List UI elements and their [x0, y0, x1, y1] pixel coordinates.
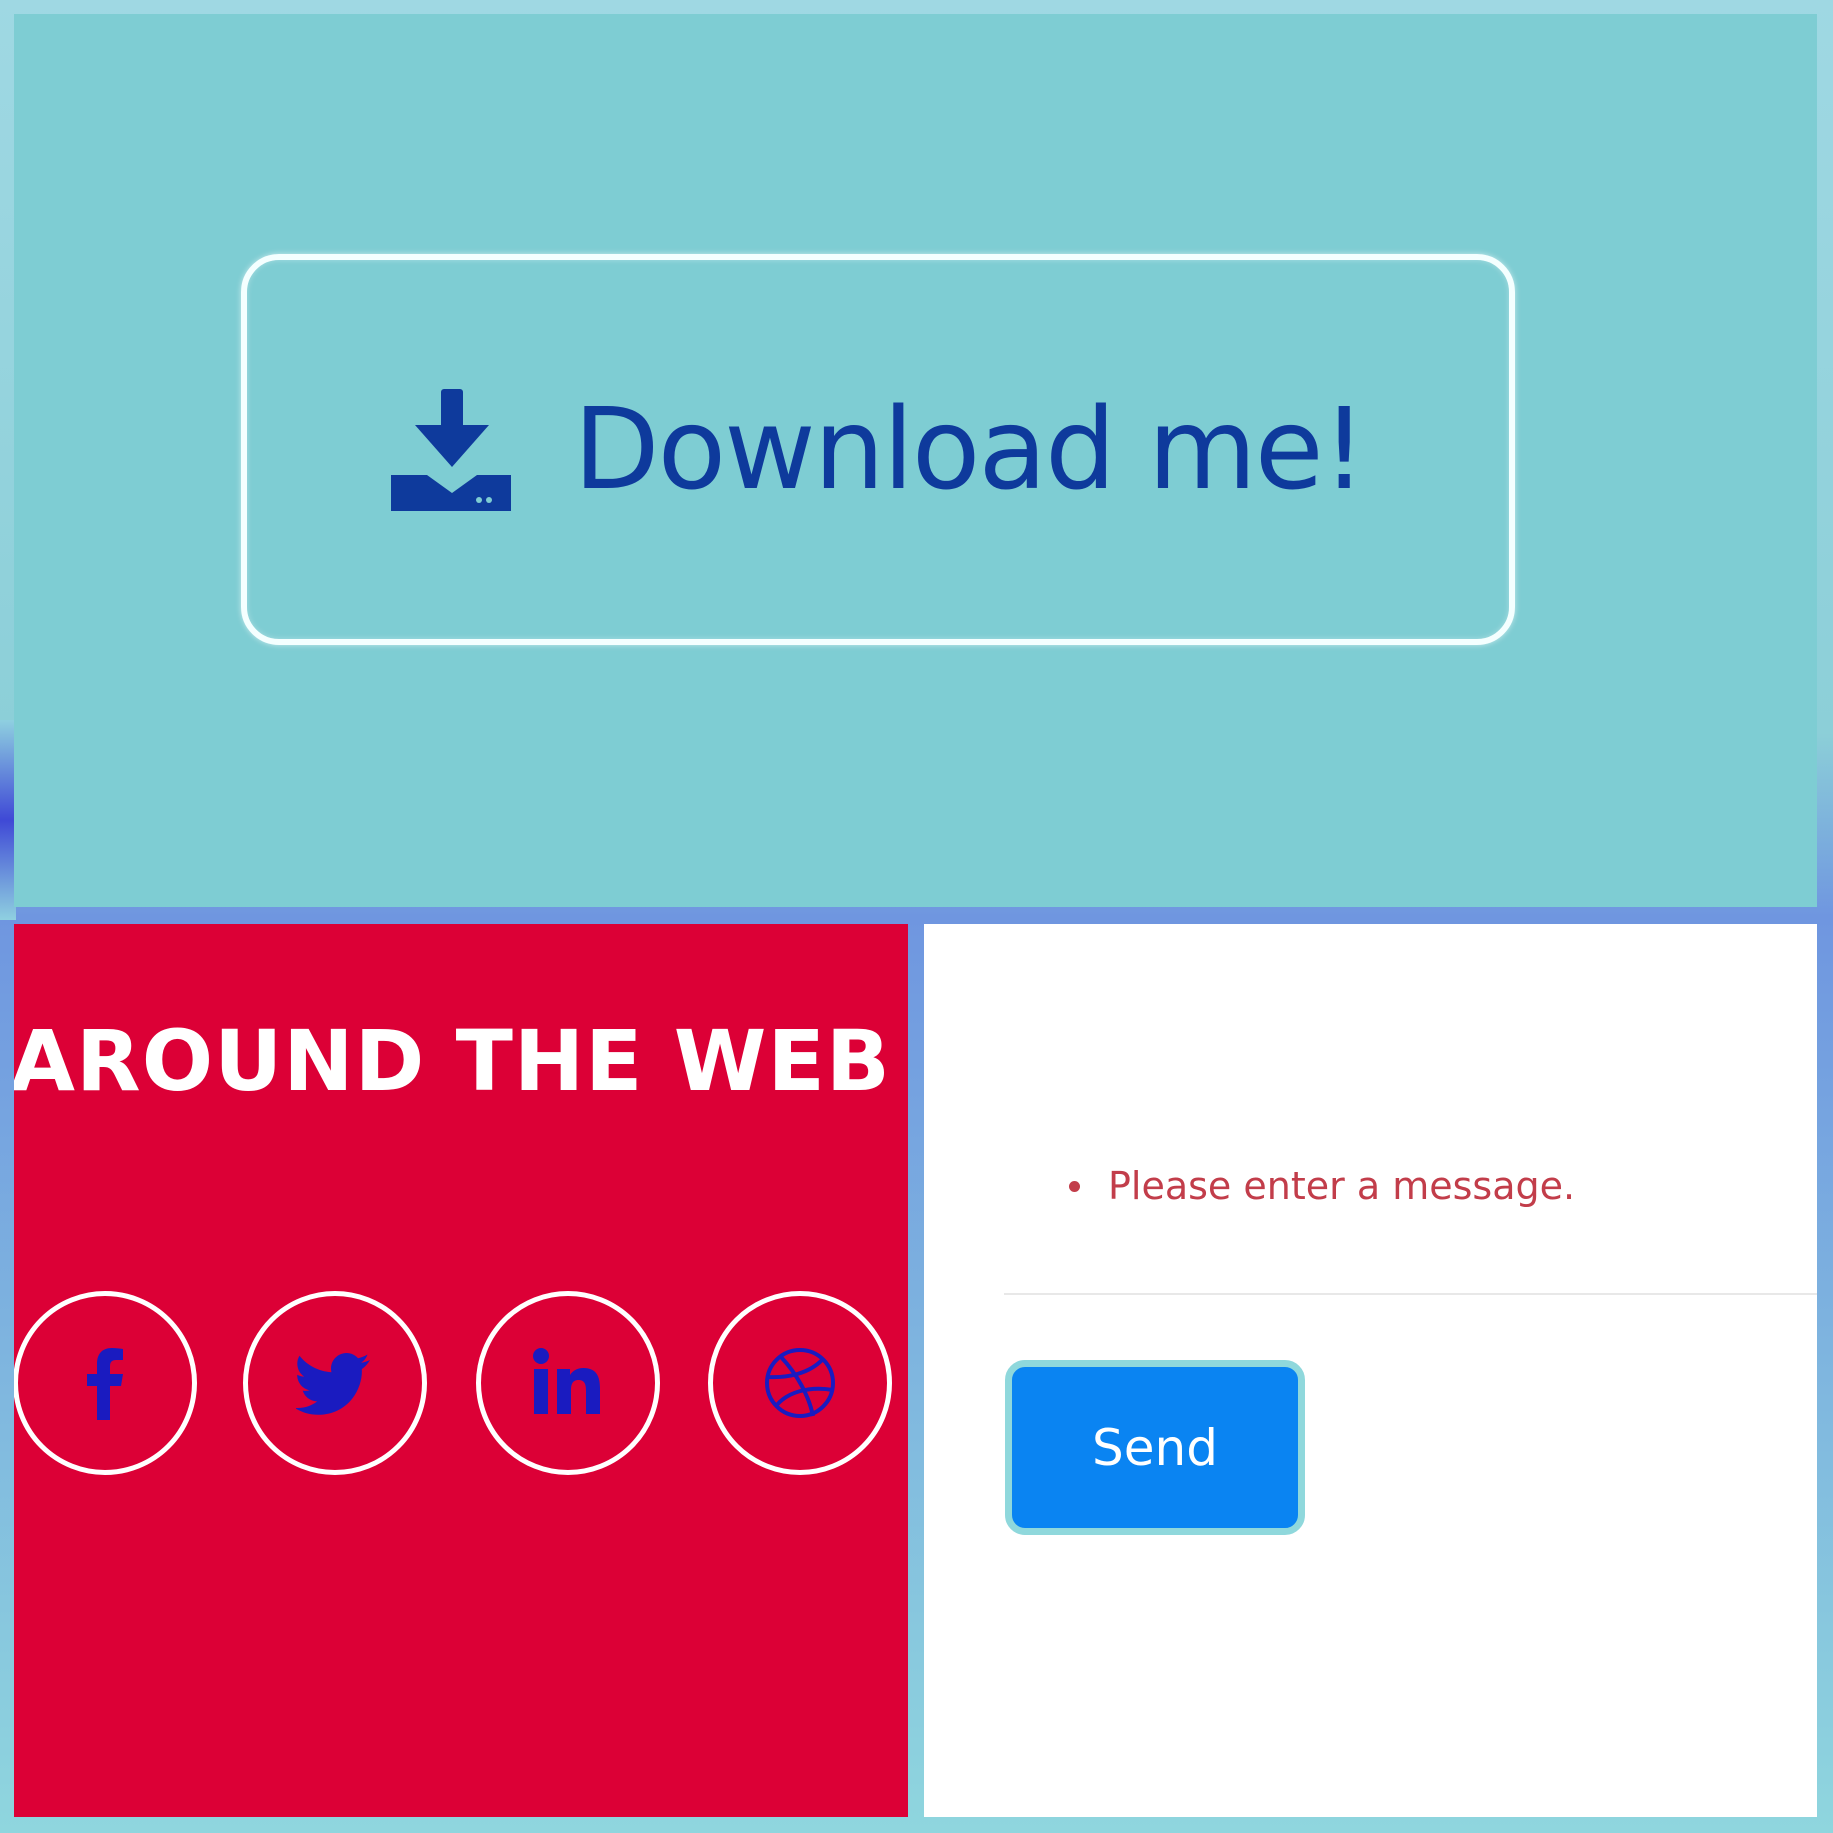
- form-error-item: Please enter a message.: [1069, 1164, 1575, 1208]
- form-error-list: Please enter a message.: [1069, 1164, 1575, 1208]
- facebook-icon: [87, 1348, 123, 1420]
- download-icon: [391, 388, 512, 511]
- error-bullet: [1069, 1180, 1080, 1192]
- linkedin-icon: [533, 1348, 600, 1414]
- send-button[interactable]: Send: [1005, 1360, 1305, 1535]
- download-button[interactable]: Download me!: [241, 254, 1515, 645]
- dribbble-icon: [765, 1348, 835, 1418]
- social-panel: AROUND THE WEB: [14, 924, 908, 1817]
- facebook-link[interactable]: [14, 1291, 197, 1475]
- linkedin-link[interactable]: [476, 1291, 660, 1475]
- download-label: Download me!: [573, 384, 1366, 515]
- contact-form-panel: Please enter a message. Send: [924, 924, 1817, 1817]
- form-divider: [1004, 1293, 1817, 1295]
- social-heading: AROUND THE WEB: [14, 1012, 891, 1110]
- twitter-icon: [296, 1353, 370, 1415]
- download-panel: Download me!: [14, 14, 1817, 907]
- form-error-message: Please enter a message.: [1108, 1164, 1576, 1208]
- dribbble-link[interactable]: [708, 1291, 892, 1475]
- twitter-link[interactable]: [243, 1291, 427, 1475]
